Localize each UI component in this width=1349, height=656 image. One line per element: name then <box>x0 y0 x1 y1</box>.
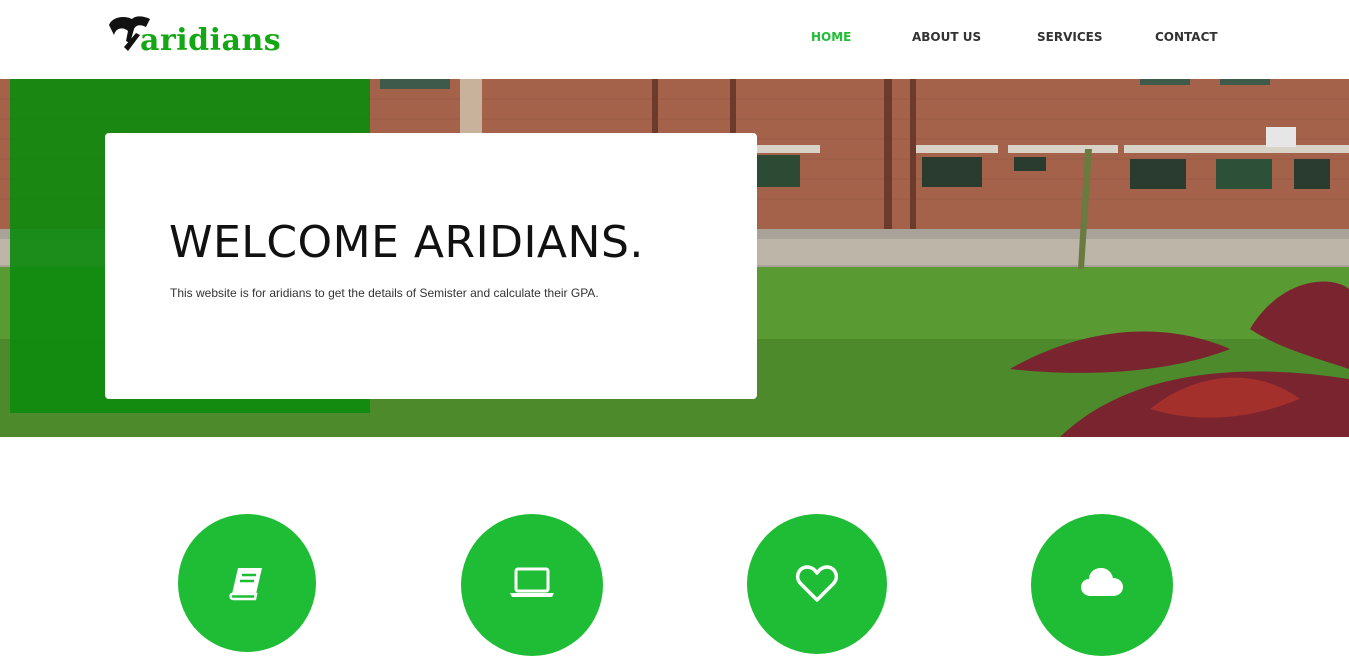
hero-title: WELCOME ARIDIANS. <box>169 217 644 268</box>
feature-heart[interactable] <box>747 514 887 654</box>
hero-section: WELCOME ARIDIANS. This website is for ar… <box>0 79 1349 437</box>
nav-home[interactable]: HOME <box>811 30 851 44</box>
site-header: aridians HOME ABOUT US SERVICES CONTACT <box>0 0 1349 79</box>
laptop-icon <box>510 567 554 597</box>
hero-subtitle: This website is for aridians to get the … <box>170 286 599 300</box>
nav-about-us[interactable]: ABOUT US <box>912 30 981 44</box>
hero-card: WELCOME ARIDIANS. This website is for ar… <box>105 133 757 399</box>
feature-laptop[interactable] <box>461 514 603 656</box>
brand-name: aridians <box>140 23 282 58</box>
feature-book[interactable] <box>178 514 316 652</box>
heart-icon <box>795 565 839 602</box>
cloud-icon <box>1081 568 1123 596</box>
nav-contact[interactable]: CONTACT <box>1155 30 1218 44</box>
nav-services[interactable]: SERVICES <box>1037 30 1102 44</box>
brand-logo[interactable]: aridians <box>106 13 281 63</box>
feature-cloud[interactable] <box>1031 514 1173 656</box>
book-icon <box>229 568 262 601</box>
